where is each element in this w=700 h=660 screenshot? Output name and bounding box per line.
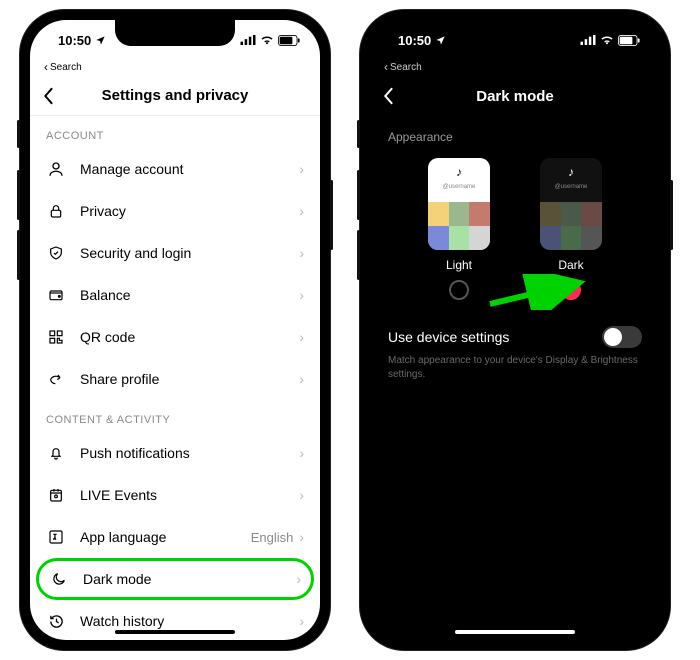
appearance-label: Appearance xyxy=(370,116,660,154)
notch xyxy=(455,20,575,46)
row-push-notifications[interactable]: Push notifications › xyxy=(30,432,320,474)
chevron-right-icon: › xyxy=(299,203,304,219)
row-value: English xyxy=(251,530,294,545)
phone-frame-right: 10:50 ‹ Search Dark mode Appearance xyxy=(360,10,670,650)
page-title: Settings and privacy xyxy=(30,87,320,104)
row-manage-account[interactable]: Manage account › xyxy=(30,148,320,190)
phone-frame-left: 10:50 ‹ Search Settings and privacy ACCO… xyxy=(20,10,330,650)
status-time: 10:50 xyxy=(58,33,91,48)
row-label: LIVE Events xyxy=(80,487,299,503)
radio-light[interactable] xyxy=(449,280,469,300)
theme-option-light[interactable]: ♪ @username Light xyxy=(428,158,490,300)
chevron-right-icon: › xyxy=(299,287,304,303)
calendar-icon xyxy=(46,485,66,505)
row-label: Share profile xyxy=(80,371,299,387)
annotation-arrow xyxy=(486,274,586,310)
row-label: QR code xyxy=(80,329,299,345)
theme-label-light: Light xyxy=(446,258,472,272)
chevron-left-icon: ‹ xyxy=(384,60,388,74)
theme-preview-dark: ♪ @username xyxy=(540,158,602,250)
row-live-events[interactable]: LIVE Events › xyxy=(30,474,320,516)
row-balance[interactable]: Balance › xyxy=(30,274,320,316)
lock-icon xyxy=(46,201,66,221)
row-label: Push notifications xyxy=(80,445,299,461)
qr-icon xyxy=(46,327,66,347)
chevron-right-icon: › xyxy=(296,571,301,587)
row-dark-mode[interactable]: Dark mode › xyxy=(36,558,314,600)
notch xyxy=(115,20,235,46)
home-indicator[interactable] xyxy=(455,630,575,634)
bell-icon xyxy=(46,443,66,463)
search-back-label: Search xyxy=(390,62,422,73)
row-label: Privacy xyxy=(80,203,299,219)
use-device-settings-row: Use device settings xyxy=(370,310,660,350)
wallet-icon xyxy=(46,285,66,305)
chevron-right-icon: › xyxy=(299,613,304,629)
chevron-right-icon: › xyxy=(299,487,304,503)
chevron-right-icon: › xyxy=(299,529,304,545)
search-back-label: Search xyxy=(50,62,82,73)
back-to-search[interactable]: ‹ Search xyxy=(30,60,320,76)
back-button[interactable] xyxy=(42,87,54,105)
moon-icon xyxy=(49,569,69,589)
battery-icon xyxy=(618,35,640,46)
chevron-right-icon: › xyxy=(299,329,304,345)
person-icon xyxy=(46,159,66,179)
home-indicator[interactable] xyxy=(115,630,235,634)
preview-username: @username xyxy=(428,184,490,190)
wifi-icon xyxy=(600,35,614,45)
row-label: Watch history xyxy=(80,613,299,629)
back-button[interactable] xyxy=(382,87,394,105)
row-security[interactable]: Security and login › xyxy=(30,232,320,274)
use-device-desc: Match appearance to your device's Displa… xyxy=(370,350,660,386)
battery-icon xyxy=(278,35,300,46)
location-icon xyxy=(95,35,106,46)
row-label: App language xyxy=(80,529,251,545)
use-device-toggle[interactable] xyxy=(602,326,642,348)
history-icon xyxy=(46,611,66,631)
music-note-icon: ♪ xyxy=(456,165,462,179)
row-app-language[interactable]: App language English › xyxy=(30,516,320,558)
section-content: CONTENT & ACTIVITY xyxy=(30,400,320,432)
location-icon xyxy=(435,35,446,46)
row-label: Security and login xyxy=(80,245,299,261)
signal-icon xyxy=(240,35,256,45)
page-title: Dark mode xyxy=(370,88,660,105)
row-privacy[interactable]: Privacy › xyxy=(30,190,320,232)
shield-icon xyxy=(46,243,66,263)
row-qr-code[interactable]: QR code › xyxy=(30,316,320,358)
back-to-search[interactable]: ‹ Search xyxy=(370,60,660,76)
row-label: Manage account xyxy=(80,161,299,177)
language-icon xyxy=(46,527,66,547)
preview-username: @username xyxy=(540,184,602,190)
theme-preview-light: ♪ @username xyxy=(428,158,490,250)
share-icon xyxy=(46,369,66,389)
use-device-label: Use device settings xyxy=(388,329,509,345)
music-note-icon: ♪ xyxy=(568,165,574,179)
theme-label-dark: Dark xyxy=(558,258,583,272)
row-share-profile[interactable]: Share profile › xyxy=(30,358,320,400)
wifi-icon xyxy=(260,35,274,45)
screen-settings: 10:50 ‹ Search Settings and privacy ACCO… xyxy=(30,20,320,640)
screen-dark-mode: 10:50 ‹ Search Dark mode Appearance xyxy=(370,20,660,640)
chevron-right-icon: › xyxy=(299,445,304,461)
status-time: 10:50 xyxy=(398,33,431,48)
row-label: Balance xyxy=(80,287,299,303)
chevron-right-icon: › xyxy=(299,371,304,387)
section-account: ACCOUNT xyxy=(30,116,320,148)
chevron-left-icon: ‹ xyxy=(44,60,48,74)
header: Settings and privacy xyxy=(30,76,320,116)
signal-icon xyxy=(580,35,596,45)
chevron-right-icon: › xyxy=(299,245,304,261)
row-watch-history[interactable]: Watch history › xyxy=(30,600,320,640)
header: Dark mode xyxy=(370,76,660,116)
row-label: Dark mode xyxy=(83,571,296,587)
chevron-right-icon: › xyxy=(299,161,304,177)
